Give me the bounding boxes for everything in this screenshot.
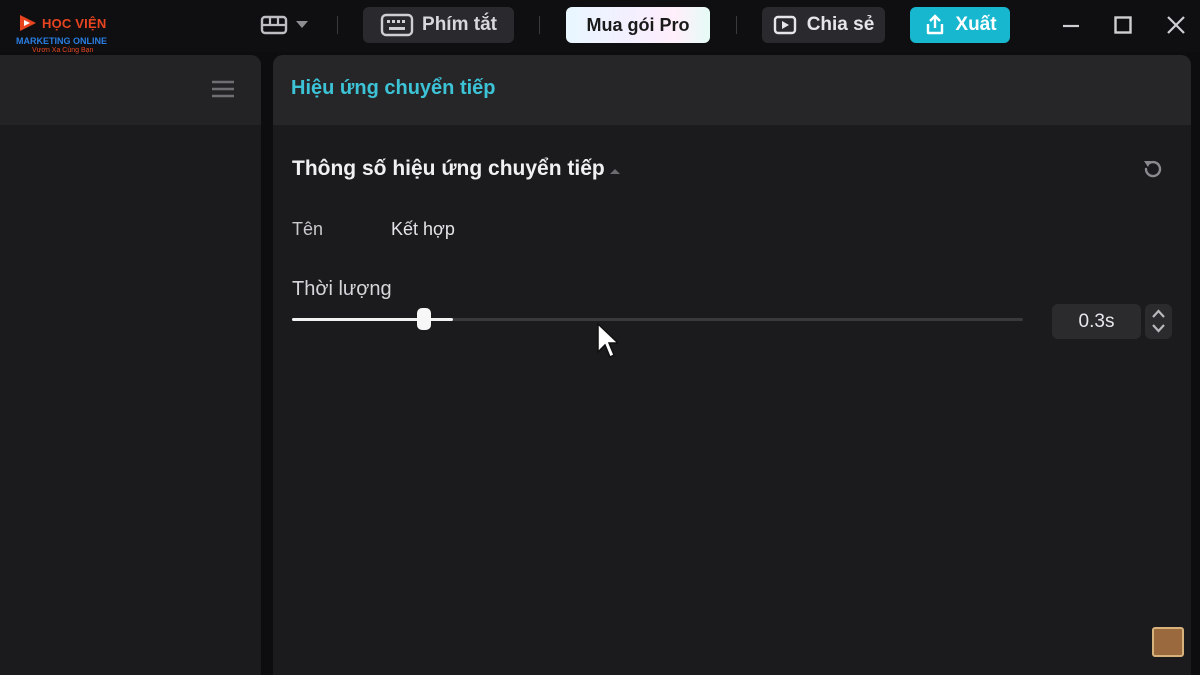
buy-pro-label: Mua gói Pro <box>586 14 690 35</box>
buy-pro-button[interactable]: Mua gói Pro <box>566 7 710 43</box>
duration-slider[interactable] <box>292 308 1023 330</box>
export-label: Xuất <box>955 14 997 35</box>
share-button[interactable]: Chia sẻ <box>762 7 885 43</box>
mouse-cursor-icon <box>597 322 618 359</box>
panel-title[interactable]: Hiệu ứng chuyển tiếp <box>291 77 496 100</box>
close-button[interactable] <box>1161 10 1191 40</box>
logo-line-1: HỌC VIỆN <box>42 16 107 31</box>
maximize-button[interactable] <box>1108 10 1138 40</box>
section-title[interactable]: Thông số hiệu ứng chuyển tiếp <box>292 157 605 181</box>
name-value: Kết hợp <box>391 219 455 239</box>
reset-icon[interactable] <box>1141 157 1165 181</box>
keyboard-icon <box>380 13 414 37</box>
layout-grid-icon <box>260 15 288 35</box>
minimize-icon <box>1063 24 1079 28</box>
share-label: Chia sẻ <box>806 14 875 35</box>
top-bar: HỌC VIỆN MARKETING ONLINE Vươn Xa Cùng B… <box>0 0 1200 54</box>
duration-value-input[interactable]: 0.3s <box>1052 304 1141 339</box>
stepper-up-icon[interactable] <box>1145 304 1172 321</box>
stepper-down-icon[interactable] <box>1145 321 1172 339</box>
close-icon <box>1167 16 1185 34</box>
export-upload-icon <box>927 14 944 35</box>
duration-slider-handle[interactable] <box>417 308 431 330</box>
panel-header: Hiệu ứng chuyển tiếp <box>273 55 1191 125</box>
duration-value: 0.3s <box>1078 310 1115 332</box>
shortcuts-label: Phím tắt <box>422 14 497 35</box>
share-video-icon <box>773 15 796 35</box>
caret-up-icon[interactable] <box>609 167 621 175</box>
layout-button[interactable] <box>258 12 314 38</box>
duration-stepper[interactable] <box>1145 304 1172 339</box>
transition-effect-panel: Hiệu ứng chuyển tiếp Thông số hiệu ứng c… <box>273 55 1191 675</box>
chevron-down-icon <box>296 21 308 28</box>
duration-label: Thời lượng <box>292 278 392 300</box>
export-button[interactable]: Xuất <box>910 7 1010 43</box>
left-panel-header <box>0 55 261 125</box>
toolbar-divider <box>736 16 737 34</box>
logo-line-3: Vươn Xa Cùng Bạn <box>32 47 94 54</box>
minimize-button[interactable] <box>1056 10 1086 40</box>
play-logo-icon <box>20 15 36 31</box>
logo: HỌC VIỆN MARKETING ONLINE Vươn Xa Cùng B… <box>14 12 124 56</box>
shortcuts-button[interactable]: Phím tắt <box>363 7 514 43</box>
toolbar-divider <box>337 16 338 34</box>
toolbar-divider <box>539 16 540 34</box>
logo-line-2: MARKETING ONLINE <box>16 36 107 46</box>
name-label: Tên <box>292 219 324 239</box>
left-panel <box>0 55 261 675</box>
hamburger-menu-icon[interactable] <box>212 80 234 98</box>
maximize-icon <box>1114 16 1132 34</box>
corner-badge-icon <box>1152 627 1184 657</box>
